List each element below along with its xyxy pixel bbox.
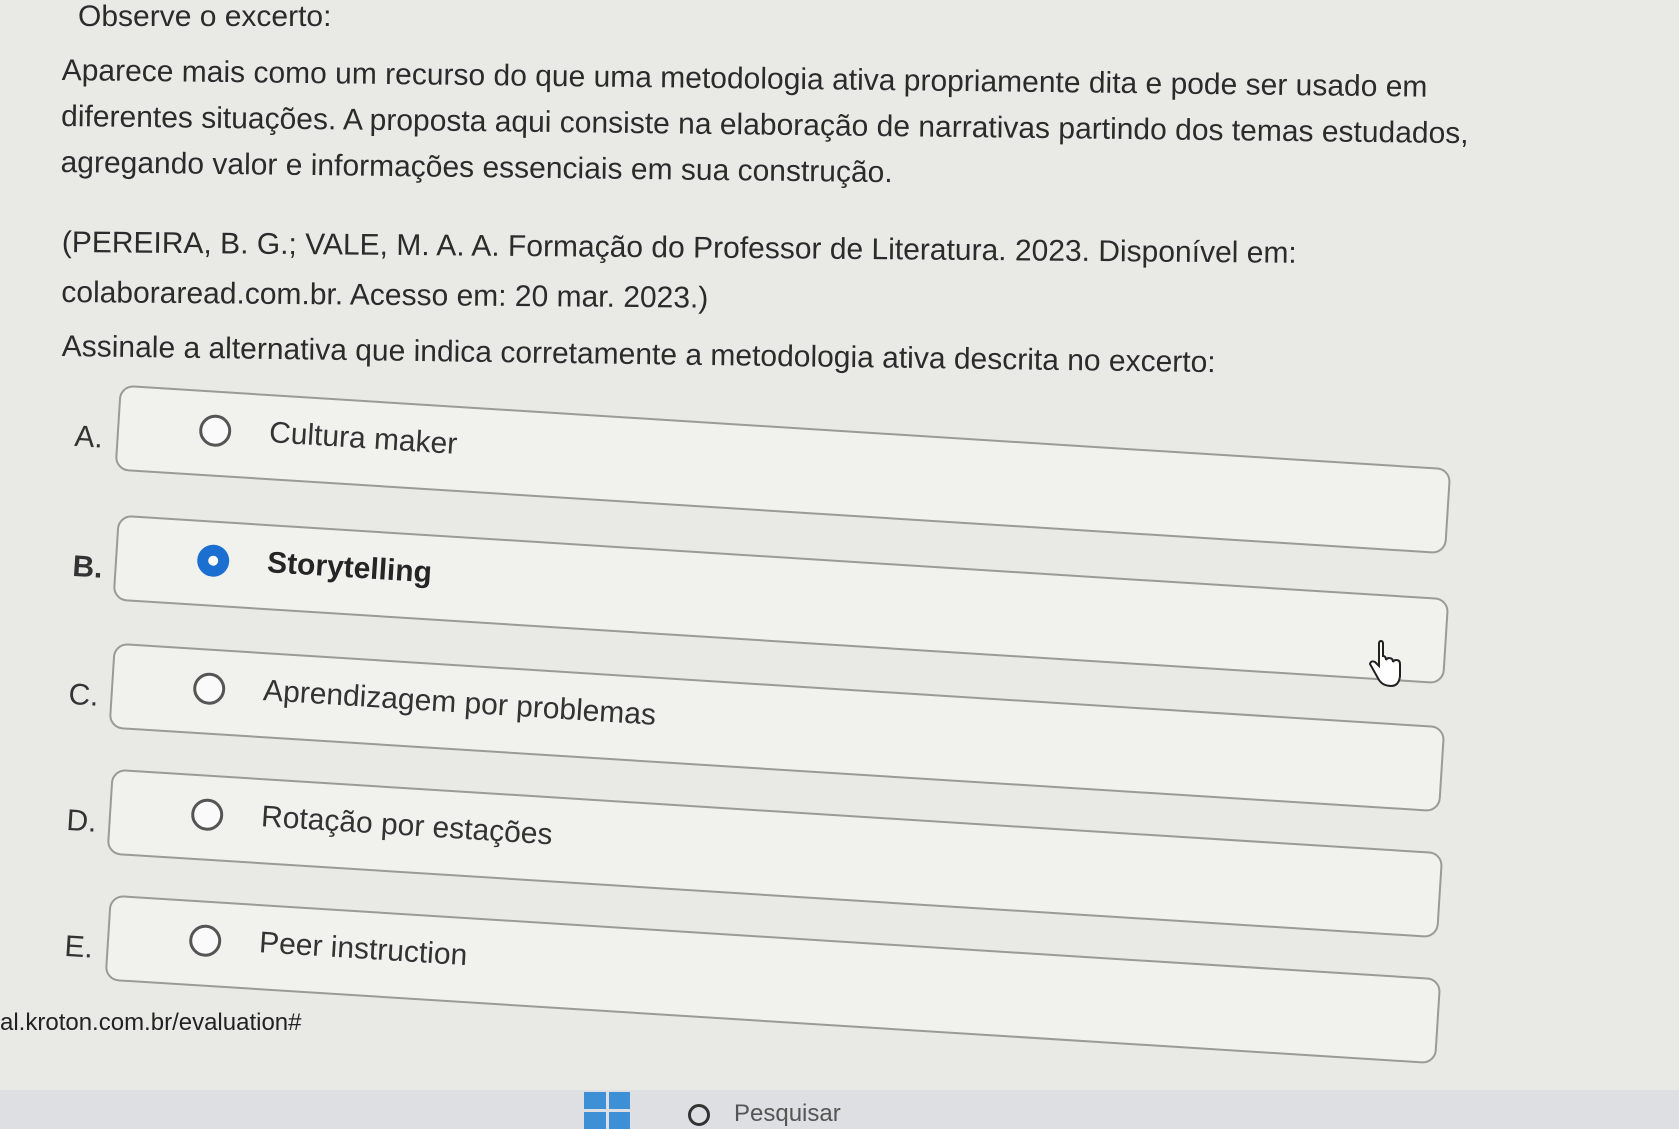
hand-pointer-icon xyxy=(1368,640,1401,688)
option-label: Storytelling xyxy=(266,546,433,590)
option-letter: D. xyxy=(65,803,98,839)
radio-unchecked-icon[interactable] xyxy=(188,923,223,958)
excerpt-text: Aparece mais como um recurso do que uma … xyxy=(60,48,1642,205)
citation: (PEREIRA, B. G.; VALE, M. A. A. Formação… xyxy=(61,218,1632,332)
radio-unchecked-icon[interactable] xyxy=(198,413,233,448)
search-icon[interactable] xyxy=(688,1104,710,1126)
radio-checked-icon[interactable] xyxy=(196,543,231,578)
status-url: al.kroton.com.br/evaluation# xyxy=(0,1005,308,1041)
option-letter: A. xyxy=(73,419,104,455)
option-letter: B. xyxy=(71,549,104,585)
option-letter: E. xyxy=(63,929,94,965)
radio-unchecked-icon[interactable] xyxy=(190,797,225,832)
evaluation-page: Observe o excerto: Aparece mais como um … xyxy=(0,0,1679,1129)
radio-unchecked-icon[interactable] xyxy=(192,671,227,706)
option-label: Peer instruction xyxy=(258,926,469,973)
option-label: Rotação por estações xyxy=(260,800,554,852)
taskbar-search-label[interactable]: Pesquisar xyxy=(734,1100,841,1128)
option-letter: C. xyxy=(67,677,100,713)
question-instruction: Assinale a alternativa que indica corret… xyxy=(61,330,1216,380)
windows-icon[interactable] xyxy=(584,1092,630,1129)
question-heading: Observe o excerto: xyxy=(78,0,332,33)
option-label: Aprendizagem por problemas xyxy=(262,674,658,732)
option-label: Cultura maker xyxy=(268,416,459,461)
